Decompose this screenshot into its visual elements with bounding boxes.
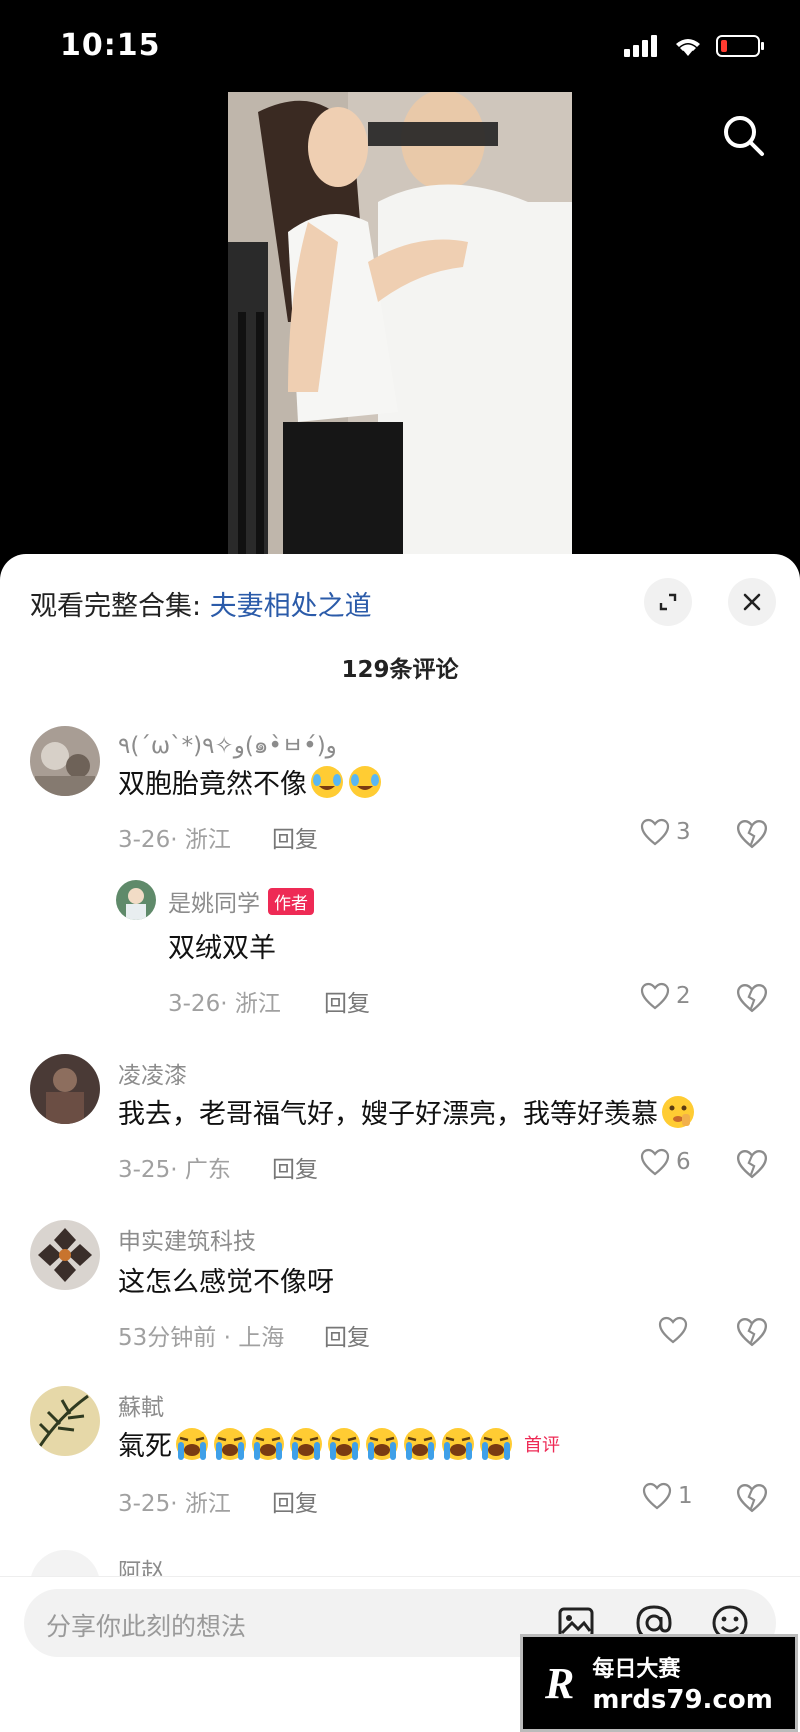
watermark: R 每日大赛 mrds79.com [520,1634,798,1732]
comment-location: 浙江 [184,1491,231,1517]
comment-sheet: 观看完整合集: 夫妻相处之道 129条评论 ٩(ˊωˋ*)و✧٩(๑•̀ㅂ•́)… [0,554,800,1732]
expand-icon [659,593,677,611]
comment-username[interactable]: 蘇軾 [118,1388,164,1422]
comment-meta: 3-25· 广东 [118,1157,231,1183]
search-icon[interactable] [718,110,770,162]
comment-date: 3-26 [168,991,221,1017]
heart-icon [640,1148,670,1176]
reply-button[interactable]: 回复 [272,820,318,854]
avatar[interactable] [30,1054,100,1124]
comment-text: 我去，老哥福气好，嫂子好漂亮，我等好羡慕 [118,1092,696,1131]
comment-meta: 3-25· 浙江 [118,1491,231,1517]
video-frame[interactable] [228,92,572,554]
comment-text: 双胞胎竟然不像 [118,762,383,801]
watermark-logo: R [545,1658,575,1708]
loudly-crying-emoji-icon [404,1427,436,1460]
shushing-face-emoji-icon [662,1095,694,1128]
signal-icon [624,35,657,57]
avatar[interactable] [30,726,100,796]
comment-username[interactable]: ٩(ˊωˋ*)و✧٩(๑•̀ㅂ•́)و [118,726,337,764]
loudly-crying-emoji-icon [366,1427,398,1460]
loudly-crying-emoji-icon [480,1427,512,1460]
collection-link[interactable]: 夫妻相处之道 [210,591,372,622]
comment-username[interactable]: 凌凌漆 [118,1056,187,1090]
video-thumbnail [228,92,572,554]
battery-icon [716,35,764,57]
like-button[interactable]: 3 [640,818,691,846]
broken-heart-icon[interactable] [736,982,768,1014]
comment-text-body: 我去，老哥福气好，嫂子好漂亮，我等好羡慕 [118,1099,658,1130]
heart-icon [642,1482,672,1510]
comment-location: 上海 [238,1325,285,1351]
comment-text: 双绒双羊 [168,933,276,964]
like-count: 1 [678,1483,693,1509]
comment-text: 氣死 首评 [118,1424,560,1463]
comment-meta: 3-26· 浙江 [118,827,231,853]
broken-heart-icon[interactable] [736,818,768,850]
like-count: 3 [676,819,691,845]
comment-username[interactable]: 是姚同学 作者 [168,884,314,918]
reply-button[interactable]: 回复 [272,1150,318,1184]
watermark-title: 每日大赛 [592,1657,681,1682]
comment-input-placeholder: 分享你此刻的想法 [46,1612,247,1641]
comment-location: 浙江 [184,827,231,853]
comment-date: 53分钟前 [118,1325,217,1351]
heart-icon [640,818,670,846]
heart-icon [658,1316,688,1344]
comment-username-text: 是姚同学 [168,891,260,917]
comment-text: 这怎么感觉不像呀 [118,1267,334,1298]
comment-date: 3-26 [118,827,171,853]
like-count: 2 [676,983,691,1009]
comment-count: 129条评论 [341,657,459,683]
heart-icon [640,982,670,1010]
comment-date: 3-25 [118,1491,171,1517]
crying-laugh-emoji-icon [311,765,343,798]
like-button[interactable]: 6 [640,1148,691,1176]
loudly-crying-emoji-icon [328,1427,360,1460]
broken-heart-icon[interactable] [736,1148,768,1180]
broken-heart-icon[interactable] [736,1482,768,1514]
comment-location: 浙江 [234,991,281,1017]
first-comment-badge: 首评 [524,1434,560,1456]
loudly-crying-emoji-icon [252,1427,284,1460]
reply-button[interactable]: 回复 [272,1484,318,1518]
collection-banner[interactable]: 观看完整合集: 夫妻相处之道 [30,584,372,623]
loudly-crying-emoji-icon [176,1427,208,1460]
crying-laugh-emoji-icon [349,765,381,798]
loudly-crying-emoji-icon [214,1427,246,1460]
loudly-crying-emoji-icon [442,1427,474,1460]
avatar[interactable] [116,880,156,920]
author-badge: 作者 [268,888,314,915]
comment-text-body: 氣死 [118,1431,172,1462]
comment-username[interactable]: 申实建筑科技 [118,1222,256,1256]
broken-heart-icon[interactable] [736,1316,768,1348]
collection-prefix: 观看完整合集: [30,591,210,622]
comment-date: 3-25 [118,1157,171,1183]
sheet-header: 观看完整合集: 夫妻相处之道 [0,554,800,644]
expand-button[interactable] [644,578,692,626]
like-button[interactable] [658,1316,694,1344]
like-button[interactable]: 2 [640,982,691,1010]
reply-button[interactable]: 回复 [324,984,370,1018]
status-bar: 10:15 [0,0,800,90]
wifi-icon [676,39,700,56]
comment-meta: 53分钟前 · 上海 [118,1325,285,1351]
like-button[interactable]: 1 [642,1482,693,1510]
avatar[interactable] [30,1386,100,1456]
close-icon [743,593,761,611]
comment-meta: 3-26· 浙江 [168,991,281,1017]
comment-text-body: 双胞胎竟然不像 [118,769,307,800]
watermark-url: mrds79.com [592,1685,773,1715]
close-button[interactable] [728,578,776,626]
avatar[interactable] [30,1220,100,1290]
comment-location: 广东 [184,1157,231,1183]
status-time: 10:15 [60,28,161,63]
like-count: 6 [676,1149,691,1175]
reply-button[interactable]: 回复 [324,1318,370,1352]
loudly-crying-emoji-icon [290,1427,322,1460]
